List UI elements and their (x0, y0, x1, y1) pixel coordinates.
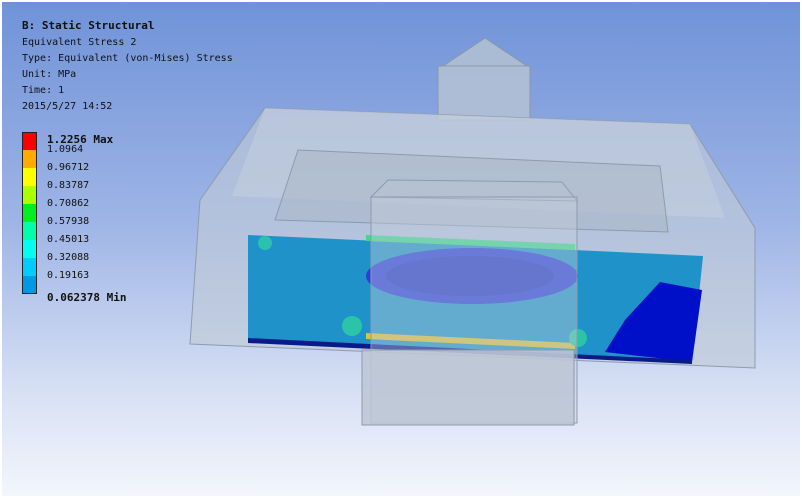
legend-swatch (22, 258, 37, 276)
legend-label: 1.0964 (47, 144, 84, 155)
model-cylinder-top (437, 65, 531, 121)
legend-min-label: 0.062378 Min (47, 291, 127, 304)
analysis-title: B: Static Structural (22, 19, 155, 32)
legend-row: 0.062378 Min (22, 291, 222, 312)
model-shaft-lower (361, 349, 575, 426)
legend-label: 0.83787 (47, 180, 90, 191)
legend-label: 0.45013 (47, 234, 90, 245)
result-name: Equivalent Stress 2 (22, 37, 137, 48)
stress-spot-bottom-left (342, 316, 362, 336)
legend-label: 0.32088 (47, 252, 90, 263)
graphics-viewport[interactable]: B: Static Structural Equivalent Stress 2… (0, 0, 802, 498)
legend-label: 0.19163 (47, 270, 90, 281)
legend-label: 0.70862 (47, 198, 90, 209)
legend-label: 0.96712 (47, 162, 90, 173)
legend-label: 0.57938 (47, 216, 90, 227)
legend-swatch (22, 222, 37, 240)
legend-swatch (22, 204, 37, 222)
result-time: Time: 1 (22, 85, 65, 96)
model-cone-top (438, 37, 532, 69)
stress-spot-left (258, 236, 272, 250)
legend-swatch (22, 150, 37, 168)
result-type: Type: Equivalent (von-Mises) Stress (22, 53, 233, 64)
legend-swatch (22, 276, 37, 294)
legend-swatch (22, 168, 37, 186)
legend-swatch (22, 132, 37, 150)
result-unit: Unit: MPa (22, 69, 77, 80)
legend-swatch (22, 240, 37, 258)
result-timestamp: 2015/5/27 14:52 (22, 101, 113, 112)
legend-swatch (22, 186, 37, 204)
